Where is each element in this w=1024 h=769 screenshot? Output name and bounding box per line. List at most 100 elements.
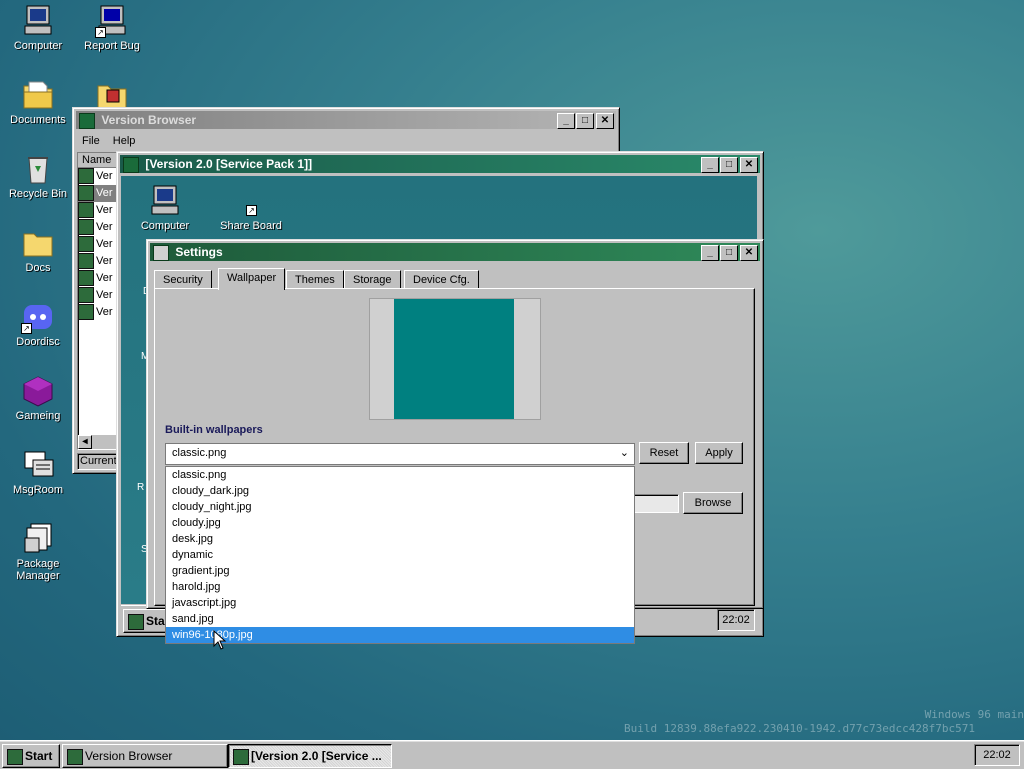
tab-device-cfg[interactable]: Device Cfg. [404, 270, 479, 289]
list-item[interactable]: Ver [78, 185, 118, 202]
list-item[interactable]: Ver [78, 168, 118, 185]
dropdown-option[interactable]: cloudy.jpg [166, 515, 634, 531]
list-item[interactable]: Ver [78, 304, 118, 321]
menu-file[interactable]: File [77, 135, 105, 147]
desktop-icon-label: Gameing [15, 410, 61, 422]
dropdown-option-highlighted[interactable]: win96-1080p.jpg [166, 627, 634, 643]
tab-storage[interactable]: Storage [344, 270, 401, 289]
desktop-icon-report-bug[interactable]: ↗ Report Bug [76, 4, 148, 52]
desktop-icon-msgroom[interactable]: MsgRoom [2, 448, 74, 496]
window-title: Version Browser [101, 113, 197, 127]
sp-icon-share-board[interactable]: ↗ Share Board [215, 184, 287, 232]
column-header-name[interactable]: Name [78, 153, 118, 168]
app-icon [233, 748, 249, 765]
wallpaper-dropdown-list[interactable]: classic.png cloudy_dark.jpg cloudy_night… [165, 466, 635, 644]
version-icon [78, 236, 94, 253]
horizontal-scrollbar[interactable]: ◂ [78, 435, 118, 449]
desktop-icon-docs[interactable]: Docs [2, 226, 74, 274]
computer-icon [21, 4, 55, 38]
shortcut-arrow-icon: ↗ [246, 205, 257, 216]
minimize-button[interactable]: _ [557, 113, 575, 129]
close-button[interactable]: ✕ [740, 157, 758, 173]
package-manager-icon [21, 522, 55, 556]
tab-themes[interactable]: Themes [286, 270, 344, 289]
list-item[interactable]: Ver [78, 270, 118, 287]
version-icon [78, 304, 94, 321]
window-title: Settings [175, 245, 223, 259]
version-icon [78, 202, 94, 219]
desktop-icon-documents[interactable]: Documents [2, 78, 74, 126]
desktop-icon-computer[interactable]: Computer [2, 4, 74, 52]
taskbar-item-version-browser[interactable]: Version Browser [62, 744, 228, 768]
menu-help[interactable]: Help [108, 135, 141, 147]
desktop-icon-label: Doordisc [16, 336, 60, 348]
dropdown-option[interactable]: gradient.jpg [166, 563, 634, 579]
window-title: [Version 2.0 [Service Pack 1]] [145, 157, 313, 171]
scroll-left-icon[interactable]: ◂ [78, 435, 92, 449]
version-icon [78, 270, 94, 287]
version-icon [78, 287, 94, 304]
dropdown-option[interactable]: cloudy_night.jpg [166, 499, 634, 515]
list-item[interactable]: Ver [78, 202, 118, 219]
mouse-cursor-icon [213, 629, 227, 653]
builtin-wallpapers-label: Built-in wallpapers [165, 424, 263, 436]
dropdown-option[interactable]: sand.jpg [166, 611, 634, 627]
dropdown-option[interactable]: classic.png [166, 467, 634, 483]
desktop-icon-label: Docs [25, 262, 51, 274]
desktop-icon-recycle-bin[interactable]: Recycle Bin [2, 152, 74, 200]
minimize-button[interactable]: _ [701, 245, 719, 261]
build-watermark: Windows 96 main Build 12839.88efa922.230… [624, 708, 1024, 735]
taskbar-clock: 22:02 [974, 744, 1020, 766]
dropdown-option[interactable]: desk.jpg [166, 531, 634, 547]
app-icon [79, 112, 95, 129]
start-logo-icon [128, 613, 144, 630]
start-logo-icon [7, 748, 23, 765]
report-bug-icon: ↗ [95, 4, 129, 38]
maximize-button[interactable]: □ [720, 245, 738, 261]
discord-icon: ↗ [21, 300, 55, 334]
computer-icon [148, 184, 182, 218]
version-list[interactable]: Name Ver Ver Ver Ver Ver Ver Ver Ver Ver… [77, 152, 119, 450]
desktop-icon-label: MsgRoom [12, 484, 64, 496]
browse-button[interactable]: Browse [683, 492, 743, 514]
close-button[interactable]: ✕ [596, 113, 614, 129]
apply-button[interactable]: Apply [695, 442, 743, 464]
tab-security[interactable]: Security [154, 270, 212, 289]
reset-button[interactable]: Reset [639, 442, 689, 464]
title-bar[interactable]: [Version 2.0 [Service Pack 1]] _ □ ✕ [120, 155, 760, 173]
start-button[interactable]: Start [2, 744, 60, 768]
list-item[interactable]: Ver [78, 236, 118, 253]
dropdown-option[interactable]: javascript.jpg [166, 595, 634, 611]
msgroom-icon [21, 448, 55, 482]
maximize-button[interactable]: □ [720, 157, 738, 173]
version-icon [78, 185, 94, 202]
desktop-icon-label: Computer [13, 40, 63, 52]
desktop-icon-doordisc[interactable]: ↗ Doordisc [2, 300, 74, 348]
dropdown-option[interactable]: harold.jpg [166, 579, 634, 595]
title-bar[interactable]: Version Browser _ □ ✕ [76, 111, 616, 129]
select-value: classic.png [172, 447, 227, 459]
folder-documents-icon [21, 78, 55, 112]
desktop-icon-package-manager[interactable]: Package Manager [2, 522, 74, 582]
version-icon [78, 219, 94, 236]
side-letter: R [137, 482, 145, 493]
sp-icon-computer[interactable]: Computer [129, 184, 201, 232]
close-button[interactable]: ✕ [740, 245, 758, 261]
recycle-bin-icon [21, 152, 55, 186]
app-icon [67, 748, 83, 765]
wallpaper-select[interactable]: classic.png ⌄ [165, 443, 635, 465]
cube-icon [21, 374, 55, 408]
shortcut-arrow-icon: ↗ [21, 323, 32, 334]
list-item[interactable]: Ver [78, 253, 118, 270]
title-bar[interactable]: Settings _ □ ✕ [150, 243, 760, 261]
minimize-button[interactable]: _ [701, 157, 719, 173]
dropdown-option[interactable]: dynamic [166, 547, 634, 563]
maximize-button[interactable]: □ [576, 113, 594, 129]
list-item[interactable]: Ver [78, 287, 118, 304]
list-item[interactable]: Ver [78, 219, 118, 236]
tab-wallpaper[interactable]: Wallpaper [218, 268, 286, 290]
taskbar-item-service-pack[interactable]: [Version 2.0 [Service ... [228, 744, 392, 768]
desktop-icon-gameing[interactable]: Gameing [2, 374, 74, 422]
dropdown-option[interactable]: cloudy_dark.jpg [166, 483, 634, 499]
folder-icon [21, 226, 55, 260]
